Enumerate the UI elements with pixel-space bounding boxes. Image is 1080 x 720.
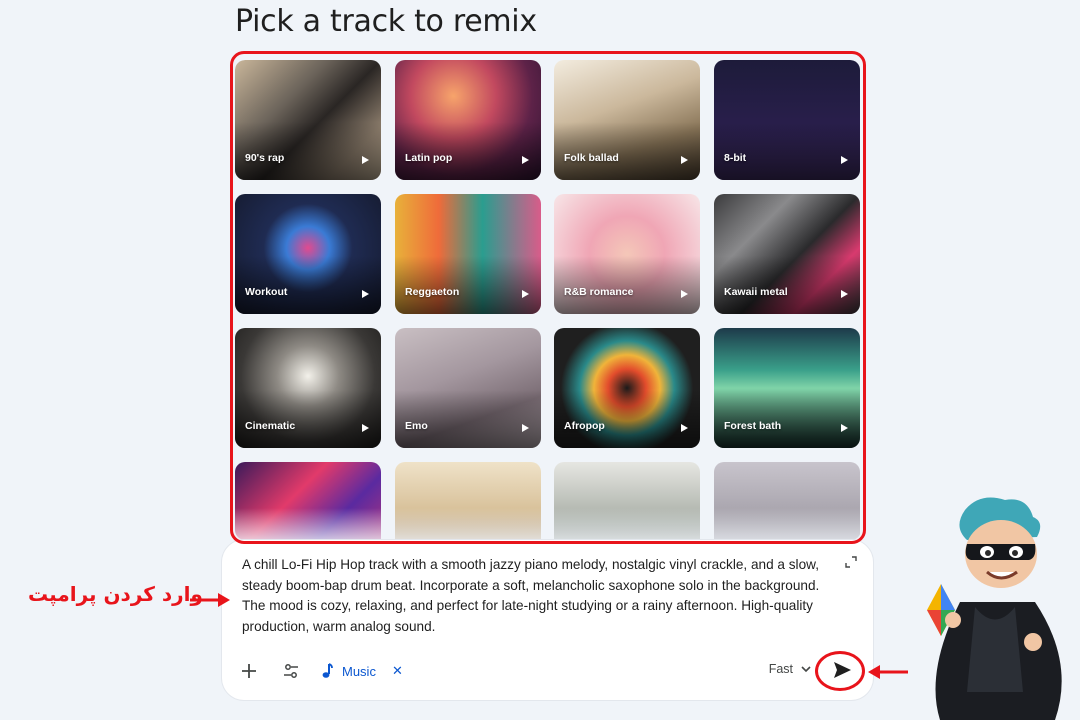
play-icon[interactable] [362, 424, 369, 432]
track-card[interactable]: Kawaii metal [714, 194, 860, 314]
card-shade [714, 390, 860, 448]
prompt-input[interactable]: A chill Lo-Fi Hip Hop track with a smoot… [242, 555, 842, 637]
track-label: Cinematic [245, 420, 296, 432]
card-shade [235, 122, 381, 180]
track-artwork [714, 462, 860, 540]
card-shade [235, 390, 381, 448]
track-card[interactable] [554, 462, 700, 540]
card-shade [395, 390, 541, 448]
track-label: Forest bath [724, 420, 782, 432]
track-label: 90's rap [245, 152, 285, 164]
track-card[interactable] [395, 462, 541, 540]
arrow-icon [868, 665, 908, 679]
track-label: Afropop [564, 420, 605, 432]
track-card[interactable]: Latin pop [395, 60, 541, 180]
track-grid: 90's rap Latin pop Folk ballad 8-bit Workout… [235, 60, 861, 540]
track-card[interactable]: 8-bit [714, 60, 860, 180]
track-card[interactable]: Emo [395, 328, 541, 448]
card-shade [395, 122, 541, 180]
mode-selector[interactable]: Fast [769, 662, 811, 676]
track-artwork [554, 462, 700, 540]
card-shade [714, 122, 860, 180]
track-label: Reggaeton [405, 286, 460, 298]
play-icon[interactable] [841, 290, 848, 298]
prompt-box[interactable]: A chill Lo-Fi Hip Hop track with a smoot… [222, 540, 873, 700]
track-label: Folk ballad [564, 152, 619, 164]
play-icon[interactable] [681, 424, 688, 432]
music-note-icon [322, 663, 333, 678]
music-chip[interactable]: Music ✕ [320, 658, 403, 684]
page-title: Pick a track to remix [235, 4, 537, 39]
chevron-down-icon [801, 666, 811, 673]
card-shade [554, 122, 700, 180]
card-shade [554, 390, 700, 448]
music-chip-label: Music [342, 663, 376, 679]
send-icon [834, 662, 851, 678]
track-label: 8-bit [724, 152, 747, 164]
card-shade [395, 256, 541, 314]
play-icon[interactable] [681, 156, 688, 164]
track-card[interactable] [235, 462, 381, 540]
track-card[interactable]: 90's rap [235, 60, 381, 180]
track-card[interactable]: Reggaeton [395, 194, 541, 314]
play-icon[interactable] [522, 156, 529, 164]
play-icon[interactable] [522, 424, 529, 432]
track-card[interactable]: Forest bath [714, 328, 860, 448]
track-label: Emo [405, 420, 428, 432]
track-label: R&B romance [564, 286, 634, 298]
card-shade [235, 256, 381, 314]
play-icon[interactable] [841, 156, 848, 164]
track-label: Kawaii metal [724, 286, 788, 298]
play-icon[interactable] [522, 290, 529, 298]
track-artwork [235, 462, 381, 540]
play-icon[interactable] [681, 290, 688, 298]
expand-icon[interactable] [845, 556, 857, 568]
card-shade [714, 256, 860, 314]
chip-close-icon[interactable]: ✕ [392, 663, 403, 679]
track-card[interactable]: Afropop [554, 328, 700, 448]
send-button[interactable] [823, 653, 861, 687]
track-artwork [395, 462, 541, 540]
track-card[interactable]: Folk ballad [554, 60, 700, 180]
tools-icon[interactable] [282, 662, 300, 680]
arrow-icon [190, 593, 230, 607]
mascot-illustration [927, 497, 1062, 720]
mode-label: Fast [768, 662, 793, 676]
annotation-label: وارد کردن پرامپت [28, 582, 203, 606]
track-label: Workout [245, 286, 288, 298]
track-label: Latin pop [405, 152, 453, 164]
card-shade [554, 256, 700, 314]
track-card[interactable]: Cinematic [235, 328, 381, 448]
track-card[interactable] [714, 462, 860, 540]
play-icon[interactable] [841, 424, 848, 432]
play-icon[interactable] [362, 290, 369, 298]
plus-icon[interactable] [240, 662, 258, 680]
track-card[interactable]: R&B romance [554, 194, 700, 314]
play-icon[interactable] [362, 156, 369, 164]
track-card[interactable]: Workout [235, 194, 381, 314]
